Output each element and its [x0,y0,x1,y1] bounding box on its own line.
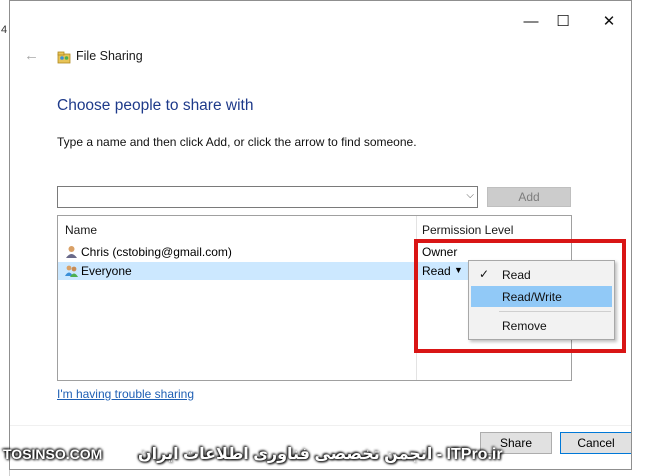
row-name: Everyone [81,264,132,278]
group-icon [65,265,78,277]
column-header-name[interactable]: Name [65,223,97,237]
cancel-button[interactable]: Cancel [560,432,631,454]
user-icon [66,246,77,258]
watermark-left-text: TOSINSO.COM [3,446,103,462]
name-input[interactable] [61,188,455,208]
background-partial-text: 4 [1,24,8,36]
trouble-sharing-link[interactable]: I'm having trouble sharing [57,387,194,401]
close-button[interactable]: ✕ [594,11,624,31]
name-combobox[interactable]: ⌵ [57,186,478,208]
file-sharing-icon [57,51,71,64]
instruction-text: Type a name and then click Add, or click… [57,135,417,149]
footer-divider [10,425,631,426]
watermark-right-text: انجمن تخصصی فناوری اطلاعات ایران - ITPro… [138,446,503,463]
back-arrow-icon[interactable]: ← [24,47,39,64]
column-header-permission[interactable]: Permission Level [422,223,513,237]
chevron-down-icon[interactable]: ⌵ [466,190,474,201]
file-sharing-window: — ☐ ✕ ← File Sharing Choose people to sh… [9,0,632,470]
add-button[interactable]: Add [487,187,571,207]
row-name: Chris (cstobing@gmail.com) [81,245,232,259]
page-heading: Choose people to share with [57,97,254,114]
minimize-button[interactable]: — [516,11,546,31]
window-title: File Sharing [76,49,143,63]
maximize-button[interactable]: ☐ [548,11,578,31]
maximize-icon: ☐ [556,13,570,30]
minimize-icon: — [523,12,539,30]
close-icon: ✕ [602,13,616,30]
highlight-annotation [414,239,626,353]
watermark: TOSINSO.COM انجمن تخصصی فناوری اطلاعات ا… [0,438,520,468]
